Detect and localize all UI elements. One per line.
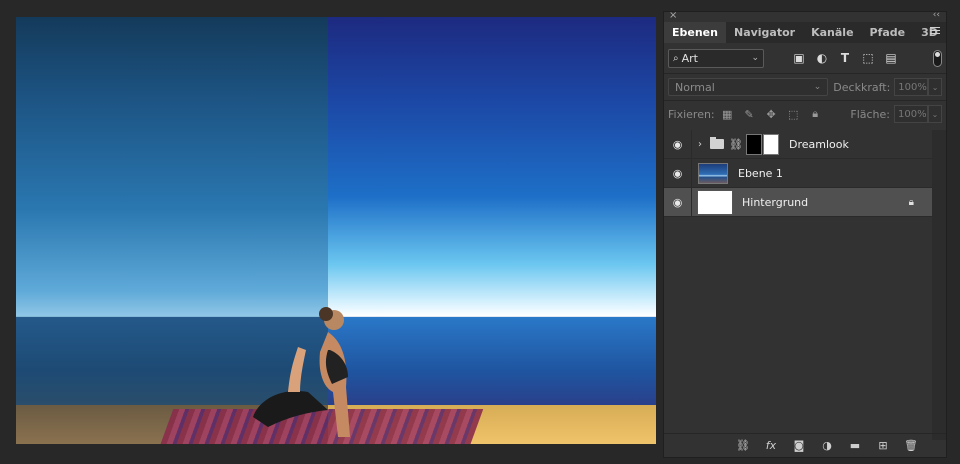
visibility-eye-icon[interactable]: ◉	[664, 158, 692, 188]
panel-tabs: Ebenen Navigator Kanäle Pfade 3D	[664, 22, 946, 43]
lock-all-icon[interactable]: 🔒︎	[809, 107, 822, 121]
layers-panel: × ‹‹ Ebenen Navigator Kanäle Pfade 3D ⌕ …	[663, 10, 947, 458]
visibility-eye-icon[interactable]: ◉	[664, 129, 692, 159]
tab-pfade[interactable]: Pfade	[862, 22, 914, 43]
delete-layer-icon[interactable]: 🗑︎	[904, 439, 918, 453]
layer-row-dreamlook[interactable]: ◉ › ⛓ Dreamlook	[664, 129, 932, 159]
search-icon: ⌕	[673, 52, 679, 64]
layer-row-hintergrund[interactable]: ◉ Hintergrund 🔒︎	[664, 187, 932, 217]
fill-dropdown[interactable]: ⌄	[928, 105, 942, 123]
layer-thumbnail	[697, 189, 733, 215]
photoshop-workspace: × ‹‹ Ebenen Navigator Kanäle Pfade 3D ⌕ …	[0, 0, 960, 464]
blend-row: Normal ⌄ Deckkraft: 100% ⌄	[664, 74, 946, 100]
group-mask-thumbnail-white	[762, 133, 779, 155]
layer-name: Ebene 1	[738, 166, 783, 180]
shape-filter-icon[interactable]: ⬚	[861, 51, 875, 65]
layer-filter-select[interactable]: ⌕ Art ⌄	[668, 48, 764, 68]
group-mask-thumbnail	[745, 133, 762, 155]
tab-kanaele[interactable]: Kanäle	[803, 22, 861, 43]
layer-name: Hintergrund	[742, 195, 809, 209]
layer-row-ebene-1[interactable]: ◉ Ebene 1	[664, 158, 932, 188]
fill-input[interactable]: 100%	[894, 105, 928, 123]
add-mask-icon[interactable]: ◙	[792, 439, 806, 453]
layer-list-scrollbar[interactable]	[932, 130, 946, 440]
tab-navigator[interactable]: Navigator	[726, 22, 803, 43]
link-layers-icon[interactable]: ⛓	[736, 439, 750, 453]
yoga-person	[253, 307, 350, 437]
lock-icons: ▦ ✎ ✥ ⬚ 🔒︎	[721, 107, 822, 121]
adjustment-layer-icon[interactable]: ◑	[820, 439, 834, 453]
lock-transparency-icon[interactable]: ▦	[721, 108, 734, 121]
filter-row: ⌕ Art ⌄ ▣ ◐ T ⬚ ▤	[664, 43, 946, 73]
chevron-down-icon: ⌄	[813, 82, 822, 92]
lock-position-icon[interactable]: ✥	[765, 108, 778, 121]
folder-icon	[710, 137, 724, 149]
smart-object-filter-icon[interactable]: ▤	[884, 51, 898, 65]
layer-thumbnail	[698, 162, 728, 184]
mask-link-icon[interactable]: ⛓	[729, 138, 743, 151]
layer-name: Dreamlook	[788, 137, 849, 151]
close-panel-icon[interactable]: ×	[669, 10, 677, 21]
filter-toggle[interactable]	[933, 49, 942, 67]
opacity-input[interactable]: 100%	[894, 78, 929, 96]
document-canvas[interactable]	[16, 17, 656, 444]
expand-chevron-icon[interactable]: ›	[698, 139, 708, 150]
panel-bottom-toolbar: ⛓ fx ◙ ◑ ▬ ⊞ 🗑︎	[664, 433, 946, 457]
layer-list: ◉ › ⛓ Dreamlook ◉ Ebene 1 ◉ Hintergrund …	[664, 129, 932, 440]
tab-ebenen[interactable]: Ebenen	[664, 22, 726, 43]
collapse-panel-icon[interactable]: ‹‹	[933, 10, 940, 20]
panel-menu-icon[interactable]	[930, 27, 940, 37]
layer-lock-icon[interactable]: 🔒︎	[909, 197, 914, 208]
lock-artboard-icon[interactable]: ⬚	[787, 108, 800, 121]
blend-mode-select[interactable]: Normal ⌄	[668, 78, 829, 96]
filter-icons: ▣ ◐ T ⬚ ▤	[792, 51, 898, 65]
fill-label: Fläche:	[850, 107, 890, 121]
opacity-dropdown[interactable]: ⌄	[928, 78, 942, 96]
new-group-icon[interactable]: ▬	[848, 439, 862, 453]
adjustment-filter-icon[interactable]: ◐	[815, 51, 829, 65]
chevron-down-icon: ⌄	[751, 53, 759, 63]
visibility-eye-icon[interactable]: ◉	[664, 187, 692, 217]
pixel-layer-filter-icon[interactable]: ▣	[792, 51, 806, 65]
lock-row: Fixieren: ▦ ✎ ✥ ⬚ 🔒︎ Fläche: 100% ⌄	[664, 101, 946, 127]
panel-titlebar: × ‹‹	[664, 10, 946, 22]
lock-pixels-icon[interactable]: ✎	[743, 108, 756, 121]
opacity-label: Deckkraft:	[833, 80, 891, 94]
layer-filter-value: Art	[681, 51, 698, 65]
type-filter-icon[interactable]: T	[838, 51, 852, 65]
fx-icon[interactable]: fx	[764, 439, 778, 453]
blend-mode-value: Normal	[675, 80, 715, 94]
new-layer-icon[interactable]: ⊞	[876, 439, 890, 453]
lock-label: Fixieren:	[668, 107, 715, 121]
